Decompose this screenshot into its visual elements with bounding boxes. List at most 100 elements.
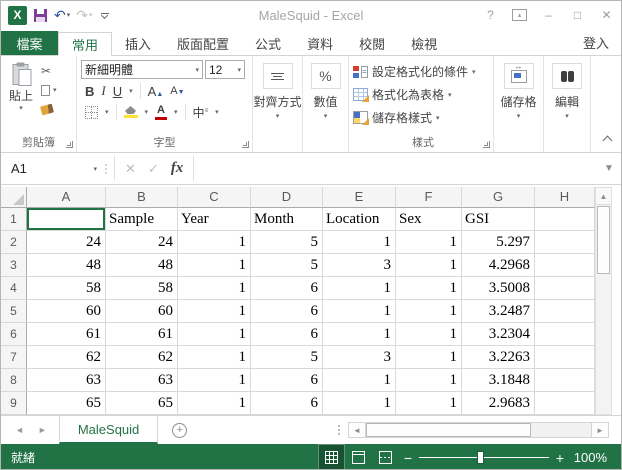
cell-D6[interactable]: 6 <box>251 323 323 346</box>
tab-5[interactable]: 資料 <box>294 31 346 55</box>
editing-group-button[interactable]: 編輯 ▾ <box>544 56 591 152</box>
cell-F4[interactable]: 1 <box>396 277 462 300</box>
save-icon[interactable] <box>33 8 48 23</box>
column-header-E[interactable]: E <box>323 187 396 208</box>
cell-H4[interactable] <box>535 277 595 300</box>
cell-C5[interactable]: 1 <box>178 300 251 323</box>
ribbon-display-options-button[interactable]: ▴ <box>505 1 534 29</box>
row-header-5[interactable]: 5 <box>1 300 27 323</box>
cell-C9[interactable]: 1 <box>178 392 251 415</box>
paste-button[interactable]: 貼上 ▾ <box>1 60 41 117</box>
sheet-tab-malesquid[interactable]: MaleSquid <box>58 416 159 444</box>
zoom-slider-thumb[interactable] <box>477 451 484 464</box>
enter-icon[interactable]: ✓ <box>148 161 159 177</box>
cell-B3[interactable]: 48 <box>106 254 178 277</box>
cell-B4[interactable]: 58 <box>106 277 178 300</box>
fill-color-dropdown-arrow[interactable]: ▾ <box>145 108 149 116</box>
cell-D5[interactable]: 6 <box>251 300 323 323</box>
underline-button[interactable]: U <box>113 84 122 99</box>
new-sheet-button[interactable]: + <box>172 416 188 444</box>
scroll-right-icon[interactable]: ► <box>591 422 609 438</box>
cell-C1[interactable]: Year <box>178 208 251 231</box>
normal-view-button[interactable] <box>318 444 345 469</box>
cell-F9[interactable]: 1 <box>396 392 462 415</box>
cell-G3[interactable]: 4.2968 <box>462 254 535 277</box>
cell-H3[interactable] <box>535 254 595 277</box>
font-name-combo[interactable]: 新細明體 ▾ <box>81 60 203 79</box>
decrease-font-button[interactable]: A ▼ <box>170 85 184 97</box>
cell-F5[interactable]: 1 <box>396 300 462 323</box>
cell-G8[interactable]: 3.1848 <box>462 369 535 392</box>
help-button[interactable]: ? <box>476 1 505 29</box>
column-header-F[interactable]: F <box>396 187 462 208</box>
cell-F7[interactable]: 1 <box>396 346 462 369</box>
cell-E7[interactable]: 3 <box>323 346 396 369</box>
cell-F2[interactable]: 1 <box>396 231 462 254</box>
cell-E8[interactable]: 1 <box>323 369 396 392</box>
cell-H7[interactable] <box>535 346 595 369</box>
cell-C8[interactable]: 1 <box>178 369 251 392</box>
name-box[interactable]: A1 ▾ <box>1 156 104 181</box>
cell-B9[interactable]: 65 <box>106 392 178 415</box>
minimize-button[interactable]: – <box>534 1 563 29</box>
cell-G2[interactable]: 5.297 <box>462 231 535 254</box>
cell-G1[interactable]: GSI <box>462 208 535 231</box>
cell-A4[interactable]: 58 <box>27 277 106 300</box>
row-header-7[interactable]: 7 <box>1 346 27 369</box>
zoom-out-button[interactable]: − <box>399 450 417 466</box>
scroll-left-icon[interactable]: ◄ <box>348 422 366 438</box>
scrollbar-resize-grip[interactable] <box>338 425 340 435</box>
cell-A1[interactable] <box>27 208 106 231</box>
column-header-B[interactable]: B <box>106 187 178 208</box>
cell-A7[interactable]: 62 <box>27 346 106 369</box>
cell-A8[interactable]: 63 <box>27 369 106 392</box>
horizontal-scroll-track[interactable] <box>366 422 591 438</box>
cell-G5[interactable]: 3.2487 <box>462 300 535 323</box>
font-size-combo[interactable]: 12 ▾ <box>205 60 245 79</box>
row-header-2[interactable]: 2 <box>1 231 27 254</box>
cell-B5[interactable]: 60 <box>106 300 178 323</box>
fill-color-icon[interactable] <box>123 106 138 118</box>
scroll-up-icon[interactable]: ▲ <box>596 188 611 205</box>
cell-D2[interactable]: 5 <box>251 231 323 254</box>
cell-C6[interactable]: 1 <box>178 323 251 346</box>
phonetic-guide-icon[interactable]: 中≡ <box>193 105 209 119</box>
cell-H8[interactable] <box>535 369 595 392</box>
cell-C7[interactable]: 1 <box>178 346 251 369</box>
tab-7[interactable]: 檢視 <box>398 31 450 55</box>
zoom-slider[interactable] <box>419 451 549 464</box>
tab-3[interactable]: 版面配置 <box>164 31 242 55</box>
cell-E9[interactable]: 1 <box>323 392 396 415</box>
horizontal-scrollbar[interactable]: ◄ ► <box>338 416 621 444</box>
cell-E6[interactable]: 1 <box>323 323 396 346</box>
column-header-C[interactable]: C <box>178 187 251 208</box>
formula-bar-splitter[interactable] <box>104 156 108 181</box>
cell-E5[interactable]: 1 <box>323 300 396 323</box>
cell-B6[interactable]: 61 <box>106 323 178 346</box>
row-header-3[interactable]: 3 <box>1 254 27 277</box>
vertical-scrollbar[interactable]: ▲ <box>595 187 612 415</box>
alignment-group-button[interactable]: 對齊方式 ▾ <box>253 56 303 152</box>
cell-styles-button[interactable]: 儲存格樣式 ▾ <box>353 106 493 129</box>
vertical-scroll-thumb[interactable] <box>597 206 610 274</box>
tab-file[interactable]: 檔案 <box>1 31 58 55</box>
cell-H9[interactable] <box>535 392 595 415</box>
font-color-dropdown-arrow[interactable]: ▾ <box>174 108 178 116</box>
column-header-D[interactable]: D <box>251 187 323 208</box>
redo-button[interactable]: ↷ ▾ <box>76 7 92 24</box>
borders-icon[interactable] <box>85 105 98 119</box>
row-header-4[interactable]: 4 <box>1 277 27 300</box>
cell-B1[interactable]: Sample <box>106 208 178 231</box>
cell-A9[interactable]: 65 <box>27 392 106 415</box>
row-header-9[interactable]: 9 <box>1 392 27 415</box>
cut-button[interactable]: ✂ <box>41 63 57 79</box>
maximize-button[interactable]: □ <box>563 1 592 29</box>
cell-F6[interactable]: 1 <box>396 323 462 346</box>
select-all-button[interactable] <box>1 187 27 208</box>
cell-A3[interactable]: 48 <box>27 254 106 277</box>
cell-G9[interactable]: 2.9683 <box>462 392 535 415</box>
cell-D3[interactable]: 5 <box>251 254 323 277</box>
cell-F1[interactable]: Sex <box>396 208 462 231</box>
cell-A2[interactable]: 24 <box>27 231 106 254</box>
excel-app-icon[interactable]: X <box>8 5 27 25</box>
